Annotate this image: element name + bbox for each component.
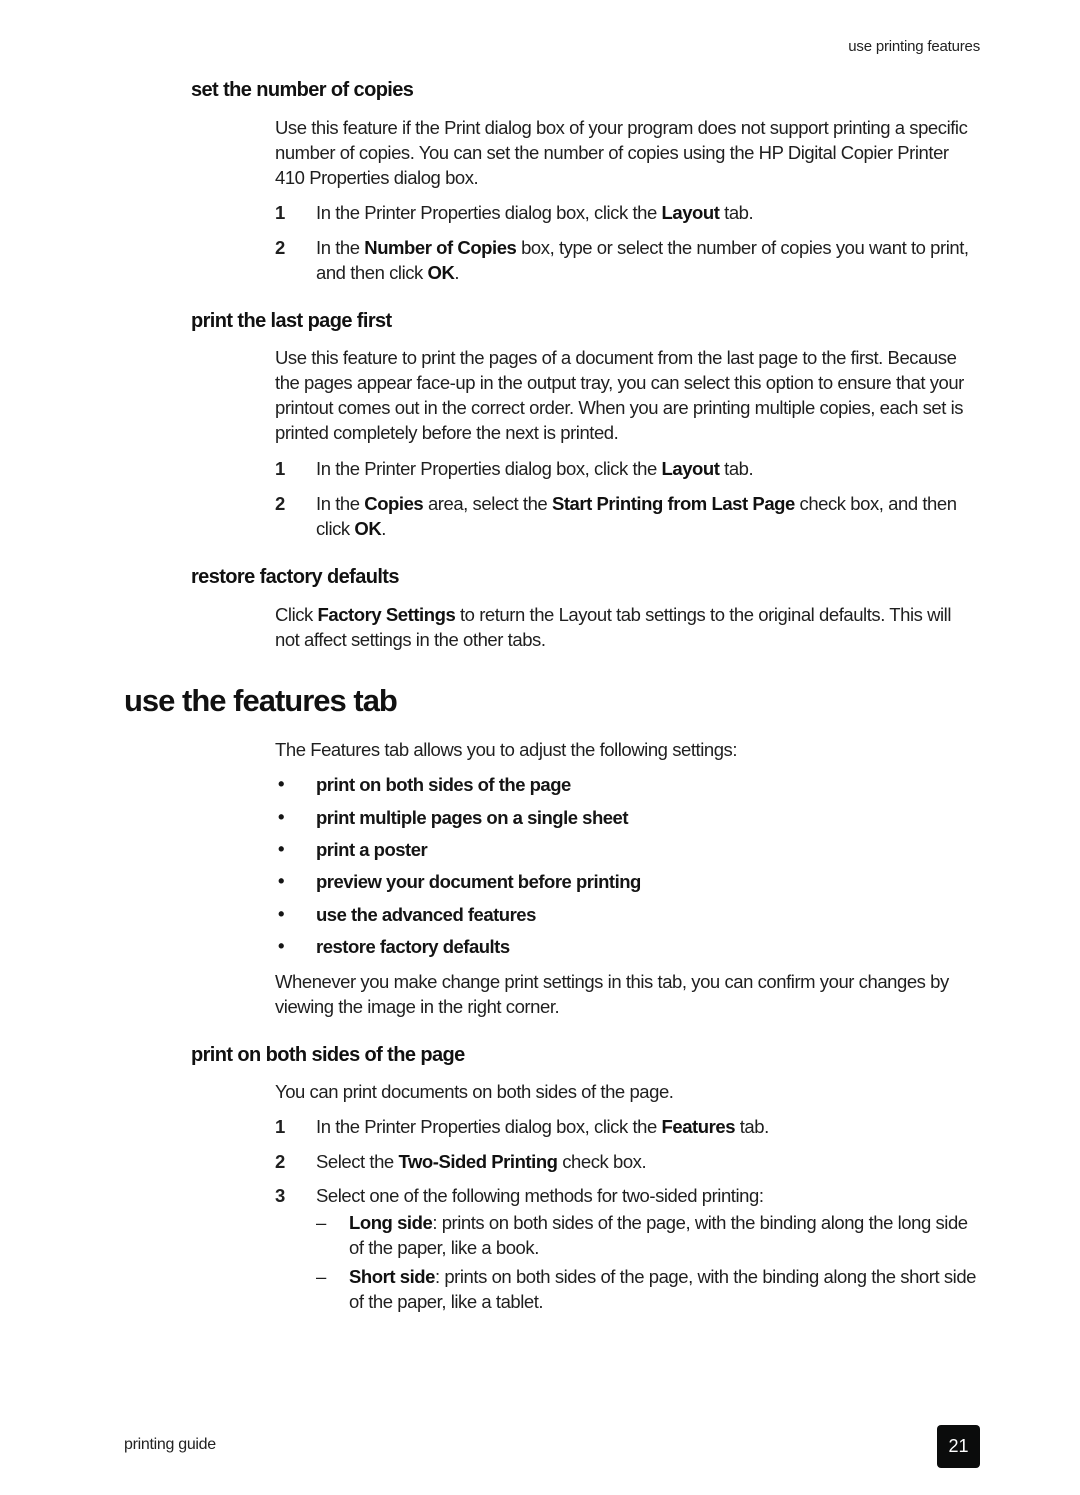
- running-head: use printing features: [848, 38, 980, 55]
- step-number: 1: [275, 1116, 285, 1137]
- features-bullet: • restore factory defaults: [278, 935, 510, 957]
- last-page-intro: Use this feature to print the pages of a…: [275, 347, 964, 443]
- copies-step-1: 1 In the Printer Properties dialog box, …: [275, 202, 754, 223]
- bullet-icon: •: [278, 935, 284, 956]
- features-bullet: • print a poster: [278, 838, 428, 860]
- section-heading-last-page: print the last page first: [191, 310, 392, 332]
- bullet-icon: •: [278, 773, 284, 794]
- step-number: 2: [275, 1151, 285, 1172]
- dash-icon: –: [316, 1212, 326, 1233]
- both-sides-intro: You can print documents on both sides of…: [275, 1081, 674, 1102]
- section-heading-copies: set the number of copies: [191, 79, 414, 101]
- option-short-side: – Short side: prints on both sides of th…: [316, 1266, 976, 1312]
- features-note: Whenever you make change print settings …: [275, 971, 949, 1017]
- dash-icon: –: [316, 1266, 326, 1287]
- bullet-icon: •: [278, 903, 284, 924]
- step-number: 1: [275, 458, 285, 479]
- section-heading-both-sides: print on both sides of the page: [191, 1044, 465, 1066]
- bullet-icon: •: [278, 838, 284, 859]
- option-long-side: – Long side: prints on both sides of the…: [316, 1212, 968, 1258]
- both-sides-step-1: 1 In the Printer Properties dialog box, …: [275, 1116, 769, 1137]
- copies-step-2: 2 In the Number of Copies box, type or s…: [275, 237, 969, 283]
- bullet-icon: •: [278, 806, 284, 827]
- last-page-step-2: 2 In the Copies area, select the Start P…: [275, 493, 957, 539]
- both-sides-step-2: 2 Select the Two-Sided Printing check bo…: [275, 1151, 647, 1172]
- section-heading-restore: restore factory defaults: [191, 566, 400, 588]
- step-number: 2: [275, 493, 285, 514]
- features-bullet: • use the advanced features: [278, 903, 536, 925]
- step-number: 2: [275, 237, 285, 258]
- both-sides-step-3: 3 Select one of the following methods fo…: [275, 1185, 764, 1206]
- restore-text: Click Factory Settings to return the Lay…: [275, 604, 951, 650]
- features-bullet: • print multiple pages on a single sheet: [278, 806, 629, 828]
- page-number-badge: 21: [937, 1425, 980, 1468]
- page-number: 21: [948, 1436, 969, 1456]
- last-page-step-1: 1 In the Printer Properties dialog box, …: [275, 458, 754, 479]
- footer-guide-name: printing guide: [124, 1436, 216, 1453]
- bullet-icon: •: [278, 870, 284, 891]
- step-number: 3: [275, 1185, 285, 1206]
- copies-intro: Use this feature if the Print dialog box…: [275, 117, 968, 188]
- chapter-heading-features-tab: use the features tab: [124, 683, 398, 718]
- step-number: 1: [275, 202, 285, 223]
- features-intro: The Features tab allows you to adjust th…: [275, 739, 738, 760]
- features-bullet: • print on both sides of the page: [278, 773, 571, 795]
- features-bullet: • preview your document before printing: [278, 870, 641, 892]
